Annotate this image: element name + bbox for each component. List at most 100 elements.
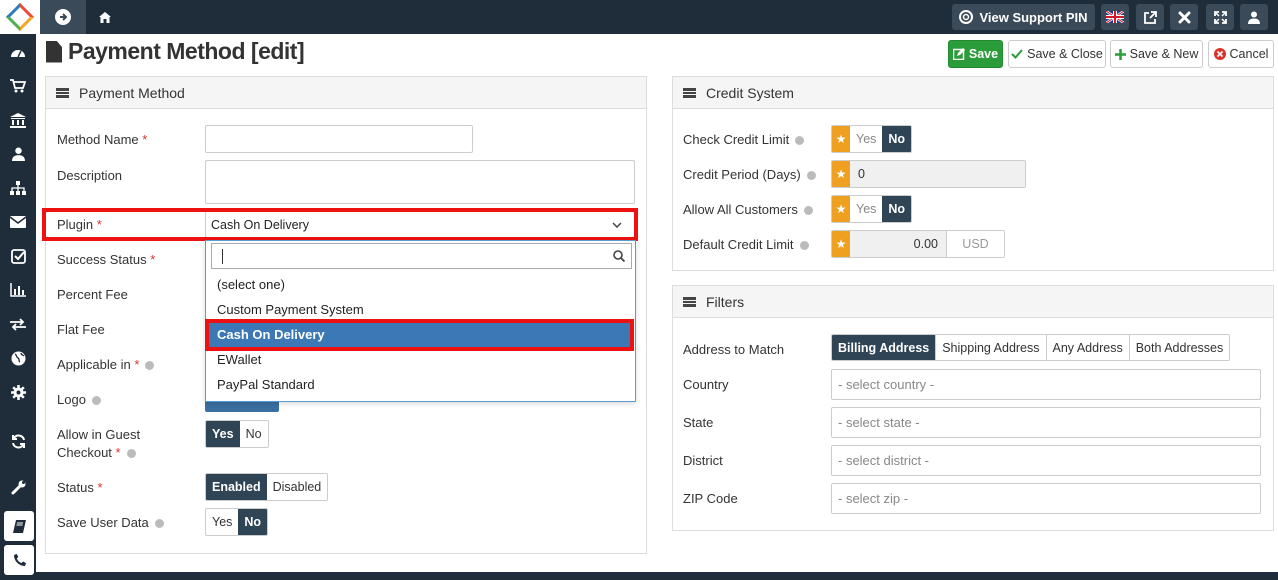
default-credit-limit-label: Default Credit Limit <box>683 237 809 252</box>
check-icon <box>1011 49 1023 59</box>
any-address-option[interactable]: Any Address <box>1045 335 1129 360</box>
status-toggle[interactable]: Enabled Disabled <box>205 473 329 501</box>
sidebar-item-reports[interactable] <box>0 273 36 307</box>
list-icon <box>683 296 696 307</box>
logo-label: Logo <box>57 392 101 407</box>
both-addresses-option[interactable]: Both Addresses <box>1128 335 1230 360</box>
info-icon <box>91 396 101 406</box>
list-icon <box>683 87 696 98</box>
view-support-pin-button[interactable]: View Support PIN <box>952 4 1095 30</box>
allow-all-customers-toggle[interactable]: ★ Yes No <box>831 195 913 223</box>
save-button[interactable]: Save <box>948 40 1003 68</box>
credit-system-panel-header: Credit System <box>673 77 1273 109</box>
info-icon <box>799 241 809 251</box>
language-button[interactable] <box>1101 4 1129 30</box>
search-icon <box>613 250 625 262</box>
fullscreen-button[interactable] <box>1206 4 1234 30</box>
default-credit-limit-field[interactable]: ★ 0.00 USD <box>831 230 1005 258</box>
credit-period-field[interactable]: ★ 0 <box>831 160 1026 188</box>
check-square-icon <box>10 248 26 264</box>
user-icon <box>1248 11 1260 24</box>
support-pin-label: View Support PIN <box>979 9 1088 25</box>
guest-yes-option[interactable]: Yes <box>206 421 240 447</box>
joomla-icon <box>1178 11 1190 23</box>
credit-period-label: Credit Period (Days) <box>683 167 816 182</box>
plugin-search-input[interactable] <box>211 243 632 269</box>
toggle-menu-button[interactable] <box>40 0 86 34</box>
check-credit-yes-option[interactable]: Yes <box>850 126 883 152</box>
plugin-option[interactable]: PayPal Standard <box>207 372 634 397</box>
user-icon <box>11 147 25 161</box>
save-user-no-option[interactable]: No <box>238 509 268 535</box>
district-select[interactable]: - select district - <box>831 445 1261 476</box>
sidebar-item-structure[interactable] <box>0 171 36 205</box>
file-icon <box>46 40 62 63</box>
sidebar-item-customers[interactable] <box>0 137 36 171</box>
description-textarea[interactable] <box>205 160 635 204</box>
save-user-yes-option[interactable]: Yes <box>206 509 239 535</box>
status-enabled-option[interactable]: Enabled <box>206 474 267 500</box>
cancel-label: Cancel <box>1229 47 1269 61</box>
app-logo[interactable] <box>0 0 40 34</box>
status-disabled-option[interactable]: Disabled <box>266 474 328 500</box>
joomla-button[interactable] <box>1170 4 1198 30</box>
country-select[interactable]: - select country - <box>831 369 1261 400</box>
method-name-label: Method Name * <box>57 132 148 147</box>
sidebar-item-tasks[interactable] <box>0 239 36 273</box>
star-icon: ★ <box>832 196 850 222</box>
edit-icon <box>952 48 965 60</box>
user-button[interactable] <box>1240 4 1268 30</box>
envelope-icon <box>10 216 26 228</box>
save-user-data-toggle[interactable]: Yes No <box>205 508 269 536</box>
logo-icon <box>5 2 35 32</box>
sidebar-item-contact[interactable] <box>4 545 34 575</box>
external-link-button[interactable] <box>1136 4 1164 30</box>
save-close-button[interactable]: Save & Close <box>1008 40 1106 68</box>
save-new-button[interactable]: Save & New <box>1110 40 1203 68</box>
allow-all-yes-option[interactable]: Yes <box>850 196 883 222</box>
sidebar-item-tools[interactable] <box>0 470 36 504</box>
method-name-input[interactable] <box>205 125 473 153</box>
plus-icon <box>1114 48 1126 60</box>
sidebar-item-localisation[interactable] <box>0 341 36 375</box>
selected-option-highlight-box <box>205 319 634 351</box>
home-button[interactable] <box>90 0 120 34</box>
country-label: Country <box>683 377 729 392</box>
home-icon <box>99 11 111 23</box>
plugin-option[interactable]: (select one) <box>207 272 634 297</box>
dashboard-icon <box>11 50 25 58</box>
sidebar-item-sync[interactable] <box>0 424 36 458</box>
sidebar-item-dashboard[interactable] <box>0 35 36 69</box>
sidebar-item-messages[interactable] <box>0 205 36 239</box>
cancel-button[interactable]: Cancel <box>1208 40 1274 68</box>
sidebar-item-settings[interactable] <box>0 375 36 409</box>
allow-all-no-option[interactable]: No <box>882 196 912 222</box>
sidebar-item-orders[interactable] <box>0 69 36 103</box>
check-credit-limit-toggle[interactable]: ★ Yes No <box>831 125 913 153</box>
save-new-label: Save & New <box>1129 47 1199 61</box>
billing-address-option[interactable]: Billing Address <box>832 335 936 360</box>
description-label: Description <box>57 168 123 183</box>
sidebar-item-transfers[interactable] <box>0 307 36 341</box>
life-ring-icon <box>959 10 974 24</box>
state-select[interactable]: - select state - <box>831 407 1261 438</box>
panel-title: Filters <box>706 293 745 310</box>
sidebar-item-docs[interactable] <box>4 511 34 541</box>
zip-select[interactable]: - select zip - <box>831 483 1261 514</box>
external-link-icon <box>1143 10 1157 24</box>
guest-checkout-toggle[interactable]: Yes No <box>205 420 269 448</box>
book-icon <box>12 519 26 533</box>
check-credit-no-option[interactable]: No <box>882 126 912 152</box>
save-label: Save <box>968 47 999 61</box>
address-match-segmented[interactable]: Billing Address Shipping Address Any Add… <box>831 334 1231 361</box>
info-icon <box>126 449 136 459</box>
save-user-data-label: Save User Data <box>57 515 164 530</box>
gear-icon <box>10 384 26 400</box>
info-icon <box>803 206 813 216</box>
guest-no-option[interactable]: No <box>239 421 268 447</box>
cart-icon <box>10 79 26 93</box>
sidebar-item-bank[interactable] <box>0 103 36 137</box>
shipping-address-option[interactable]: Shipping Address <box>935 335 1046 360</box>
credit-period-input[interactable]: 0 <box>850 161 1025 187</box>
default-credit-limit-input[interactable]: 0.00 <box>850 231 946 257</box>
